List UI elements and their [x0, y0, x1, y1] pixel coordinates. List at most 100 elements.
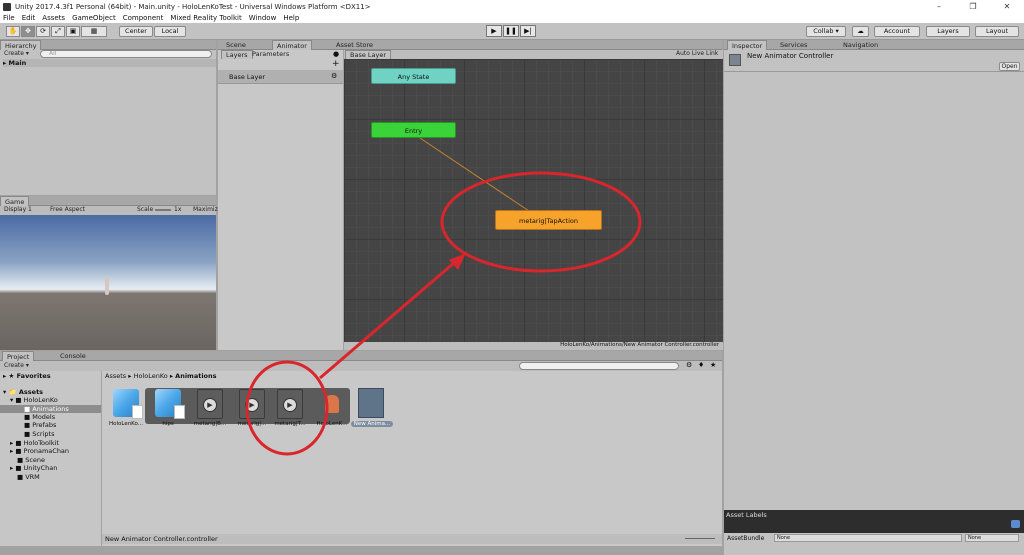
menu-edit[interactable]: Edit [22, 14, 36, 22]
breadcrumb-assets[interactable]: Assets [105, 372, 126, 380]
tab-services[interactable]: Services [776, 40, 811, 50]
project-footer: New Animator Controller.controller [102, 534, 722, 544]
animator-breadcrumb[interactable]: Base Layer [345, 50, 392, 59]
menu-help[interactable]: Help [283, 14, 299, 22]
menu-gameobject[interactable]: GameObject [72, 14, 116, 22]
layers-dropdown[interactable]: Layers [926, 26, 970, 37]
tree-scene[interactable]: ■ Scene [17, 456, 45, 464]
icon-size-slider[interactable] [685, 538, 715, 539]
tab-animator[interactable]: Animator [272, 40, 312, 50]
tab-project[interactable]: Project [2, 351, 35, 361]
account-button[interactable]: Account [874, 26, 920, 37]
aspect-dropdown[interactable]: Free Aspect [50, 206, 85, 214]
menu-file[interactable]: File [3, 14, 15, 22]
asset-label: metarig|... [237, 421, 267, 427]
transform-tool-icon[interactable]: ▦ [81, 26, 107, 37]
animator-layers-panel: Layers Parameters ● + Base Layer ⚙ [218, 50, 343, 350]
rect-tool-icon[interactable]: ▣ [66, 26, 80, 37]
tab-console[interactable]: Console [56, 351, 90, 361]
add-layer-icon[interactable]: + [332, 59, 340, 69]
base-layer-row[interactable]: Base Layer ⚙ [218, 70, 343, 84]
any-state-node[interactable]: Any State [371, 68, 456, 84]
asset-bundle-row: AssetBundle None None [724, 533, 1024, 555]
asset-bundle-dropdown[interactable]: None [774, 534, 962, 542]
restore-icon[interactable]: ❐ [956, 0, 990, 13]
tab-parameters[interactable]: Parameters [248, 50, 293, 59]
tree-scripts[interactable]: ■ Scripts [24, 430, 54, 438]
hierarchy-search-input[interactable]: All [40, 50, 212, 58]
animator-graph[interactable]: Any State Entry metarig|TapAction [344, 59, 723, 342]
tree-models[interactable]: ■ Models [24, 413, 55, 421]
asset-label: HoloLenK... [316, 421, 348, 427]
tab-navigation[interactable]: Navigation [839, 40, 882, 50]
tree-label: UnityChan [23, 464, 58, 472]
hand-tool-icon[interactable]: ✋ [6, 26, 20, 37]
close-icon[interactable]: ✕ [990, 0, 1024, 13]
tree-vrm[interactable]: ■ VRM [17, 473, 40, 481]
project-search-input[interactable] [519, 362, 679, 370]
cloud-icon[interactable]: ☁ [852, 26, 869, 37]
assets-root-item[interactable]: ▾ 📁 Assets [3, 388, 43, 396]
tab-game[interactable]: Game [0, 196, 30, 206]
display-dropdown[interactable]: Display 1 [4, 206, 32, 214]
hierarchy-create-button[interactable]: Create ▾ [4, 50, 29, 58]
asset-new-animator-controller[interactable] [355, 388, 387, 420]
menu-assets[interactable]: Assets [42, 14, 65, 22]
eye-icon[interactable]: ● [333, 50, 339, 58]
asset-holo-lenko-model[interactable] [110, 389, 143, 421]
tree-holo-lenko[interactable]: ▾ ■ HoloLenKo [10, 396, 58, 404]
scale-slider[interactable] [155, 209, 171, 211]
label-tag-icon[interactable] [1011, 520, 1020, 528]
favorites-item[interactable]: ▸ ★ Favorites [3, 372, 51, 380]
open-button[interactable]: Open [999, 62, 1020, 71]
scale-tool-icon[interactable]: ⤢ [51, 26, 65, 37]
inspector-divider [724, 71, 1024, 72]
menu-mixed-reality[interactable]: Mixed Reality Toolkit [170, 14, 241, 22]
entry-node[interactable]: Entry [371, 122, 456, 138]
asset-holo-lenko-avatar[interactable] [316, 389, 348, 421]
favorite-star-icon[interactable]: ★ [710, 361, 716, 369]
asset-metarig-2[interactable]: ▶ [236, 389, 268, 421]
breadcrumb-holo-lenko[interactable]: HoloLenKo [134, 372, 168, 380]
auto-live-link-toggle[interactable]: Auto Live Link [676, 50, 718, 58]
tree-unitychan[interactable]: ▸ ■ UnityChan [10, 464, 57, 472]
tab-scene[interactable]: Scene [222, 40, 250, 50]
pivot-center-button[interactable]: Center [119, 26, 153, 37]
collab-button[interactable]: Collab ▾ [806, 26, 846, 37]
animation-clip-icon: ▶ [197, 389, 223, 419]
asset-metarig-b[interactable]: ▶ [194, 389, 226, 421]
tab-asset-store[interactable]: Asset Store [332, 40, 377, 50]
filter-type-icon[interactable]: ⚙ [686, 361, 692, 369]
scene-item-main[interactable]: ▸ Main [3, 59, 216, 67]
asset-variant-dropdown[interactable]: None [965, 534, 1019, 542]
game-view[interactable] [0, 215, 216, 350]
layer-settings-icon[interactable]: ⚙ [331, 72, 337, 80]
menu-component[interactable]: Component [123, 14, 164, 22]
tree-prefabs[interactable]: ■ Prefabs [24, 421, 56, 429]
pause-icon[interactable]: ❚❚ [503, 25, 519, 37]
project-create-button[interactable]: Create ▾ [4, 362, 29, 370]
minimize-icon[interactable]: – [922, 0, 956, 13]
breadcrumb-animations[interactable]: Animations [175, 372, 216, 380]
asset-hips[interactable] [152, 389, 185, 421]
tab-inspector[interactable]: Inspector [727, 40, 768, 50]
maximize-toggle[interactable]: Maximiz [193, 206, 218, 214]
step-icon[interactable]: ▶| [520, 25, 536, 37]
menu-window[interactable]: Window [249, 14, 277, 22]
tree-animations[interactable]: ■ Animations [0, 405, 101, 413]
rotate-tool-icon[interactable]: ⟳ [36, 26, 50, 37]
tree-label: Animations [32, 405, 69, 413]
entry-transition-line[interactable] [419, 137, 530, 212]
tree-pronamachan[interactable]: ▸ ■ PronamaChan [10, 447, 69, 455]
layout-dropdown[interactable]: Layout [975, 26, 1019, 37]
project-breadcrumb: Assets ▸ HoloLenKo ▸ Animations [105, 372, 217, 380]
tree-holotoolkit[interactable]: ▸ ■ HoloToolkit [10, 439, 59, 447]
tap-action-state[interactable]: metarig|TapAction [495, 210, 602, 230]
tab-hierarchy[interactable]: Hierarchy [0, 40, 42, 50]
asset-metarig-tapaction[interactable]: ▶ [274, 389, 306, 421]
play-icon[interactable]: ▶ [486, 25, 502, 37]
filter-label-icon[interactable]: ♦ [698, 361, 704, 369]
animator-controller-icon [729, 54, 741, 66]
pivot-local-button[interactable]: Local [154, 26, 186, 37]
move-tool-icon[interactable]: ✥ [21, 26, 35, 37]
